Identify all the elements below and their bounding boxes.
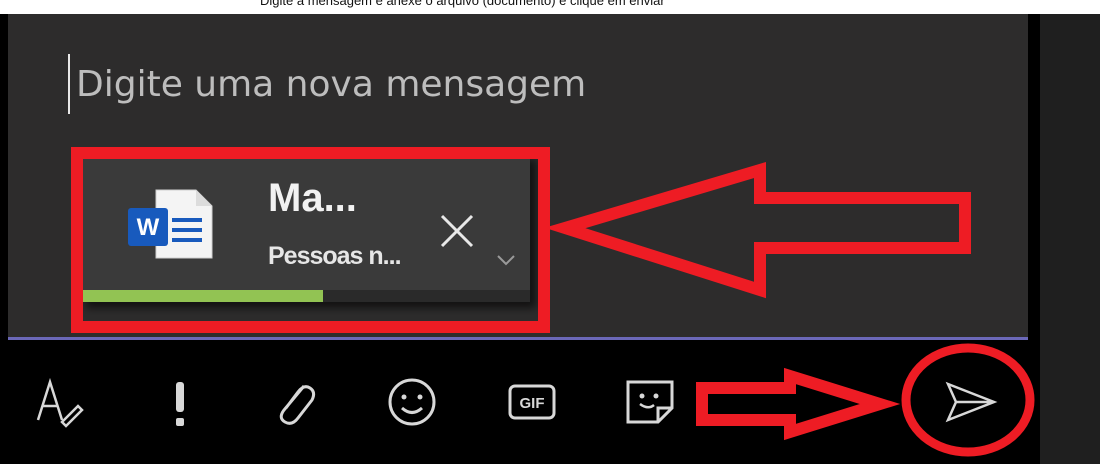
word-file-icon: W (128, 189, 213, 259)
close-icon[interactable] (432, 206, 482, 256)
right-panel (1040, 14, 1100, 464)
gif-icon[interactable]: GIF (502, 372, 562, 432)
message-input[interactable] (68, 54, 976, 114)
gif-label: GIF (520, 395, 545, 412)
top-strip: Digite a mensagem e anexe o arquivo (doc… (0, 0, 1100, 14)
upload-progress-fill (80, 290, 323, 302)
send-icon[interactable] (940, 372, 1000, 432)
important-icon[interactable] (150, 372, 210, 432)
attachment-name: Ma... (268, 176, 357, 220)
attachment-subtitle: Pessoas n... (268, 242, 402, 270)
sticker-icon[interactable] (620, 372, 680, 432)
top-caption: Digite a mensagem e anexe o arquivo (doc… (260, 0, 665, 8)
chevron-down-icon[interactable] (492, 246, 520, 274)
attach-icon[interactable] (264, 372, 324, 432)
emoji-icon[interactable] (382, 372, 442, 432)
attachment-card[interactable]: W Ma... Pessoas n... (80, 154, 530, 302)
upload-progress (80, 290, 530, 302)
svg-text:W: W (137, 214, 160, 241)
compose-box: W Ma... Pessoas n... (8, 14, 1028, 340)
format-icon[interactable] (32, 372, 92, 432)
